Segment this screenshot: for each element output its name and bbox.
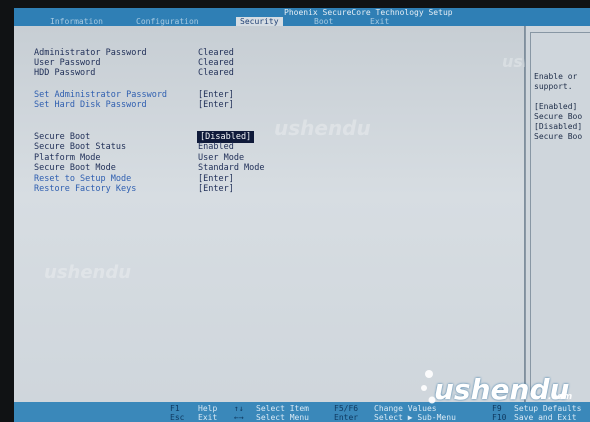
secure-boot-status-value: Enabled [198, 142, 234, 152]
administrator-password-label: Administrator Password [34, 48, 147, 58]
security-panel: Administrator Password Cleared User Pass… [14, 26, 579, 402]
set-administrator-password-item[interactable]: Set Administrator Password [34, 90, 167, 100]
key-f1: F1 [170, 404, 180, 413]
bios-screen: Phoenix SecureCore Technology Setup Info… [14, 8, 590, 422]
help-line: [Disabled] [534, 122, 583, 131]
bios-title: Phoenix SecureCore Technology Setup [284, 8, 453, 17]
secure-boot-mode-value: Standard Mode [198, 163, 265, 173]
set-administrator-password-value[interactable]: [Enter] [198, 90, 234, 100]
watermark-text: ushendu [44, 262, 132, 283]
restore-factory-keys-item[interactable]: Restore Factory Keys [34, 184, 136, 194]
tab-configuration[interactable]: Configuration [132, 17, 203, 26]
key-enter: Enter [334, 413, 359, 422]
key-esc: Esc [170, 413, 185, 422]
reset-to-setup-mode-value[interactable]: [Enter] [198, 174, 234, 184]
user-password-value: Cleared [198, 58, 234, 68]
tab-information[interactable]: Information [46, 17, 107, 26]
set-hard-disk-password-item[interactable]: Set Hard Disk Password [34, 100, 147, 110]
key-f5-f6: F5/F6 [334, 404, 359, 413]
user-password-label: User Password [34, 58, 101, 68]
secure-boot-value[interactable]: [Disabled] [196, 131, 255, 143]
help-line: [Enabled] [534, 102, 578, 111]
watermark-text: ushendu [274, 116, 371, 140]
platform-mode-label: Platform Mode [34, 153, 101, 163]
help-line: Enable or [534, 72, 578, 81]
key-f10: F10 [492, 413, 507, 422]
key-f1-desc: Help [198, 404, 218, 413]
restore-factory-keys-value[interactable]: [Enter] [198, 184, 234, 194]
watermark-url: .com [548, 392, 573, 402]
secure-boot-status-label: Secure Boot Status [34, 142, 127, 152]
key-up-down-desc: Select Item [256, 404, 309, 413]
key-left-right-desc: Select Menu [256, 413, 309, 422]
key-up-down: ↑↓ [234, 404, 244, 413]
key-enter-desc: Select ▶ Sub-Menu [374, 413, 456, 422]
help-line: Secure Boo [534, 112, 583, 121]
tab-exit[interactable]: Exit [366, 17, 393, 26]
key-f10-desc: Save and Exit [514, 413, 577, 422]
tab-security[interactable]: Security [236, 17, 283, 26]
top-bar: Phoenix SecureCore Technology Setup Info… [14, 8, 590, 26]
set-hard-disk-password-value[interactable]: [Enter] [198, 100, 234, 110]
reset-to-setup-mode-item[interactable]: Reset to Setup Mode [34, 174, 131, 184]
administrator-password-value: Cleared [198, 48, 234, 58]
help-panel: Enable or support. [Enabled] Secure Boo … [525, 26, 590, 402]
hdd-password-label: HDD Password [34, 68, 96, 78]
hdd-password-value: Cleared [198, 68, 234, 78]
key-left-right: ←→ [234, 413, 244, 422]
tab-bar: Information Configuration Security Boot … [14, 17, 590, 26]
tab-boot[interactable]: Boot [310, 17, 337, 26]
secure-boot-mode-label: Secure Boot Mode [34, 163, 116, 173]
secure-boot-label[interactable]: Secure Boot [34, 132, 90, 142]
help-line: Secure Boo [534, 132, 583, 141]
help-line: support. [534, 82, 573, 91]
platform-mode-value: User Mode [198, 153, 245, 163]
key-esc-desc: Exit [198, 413, 218, 422]
